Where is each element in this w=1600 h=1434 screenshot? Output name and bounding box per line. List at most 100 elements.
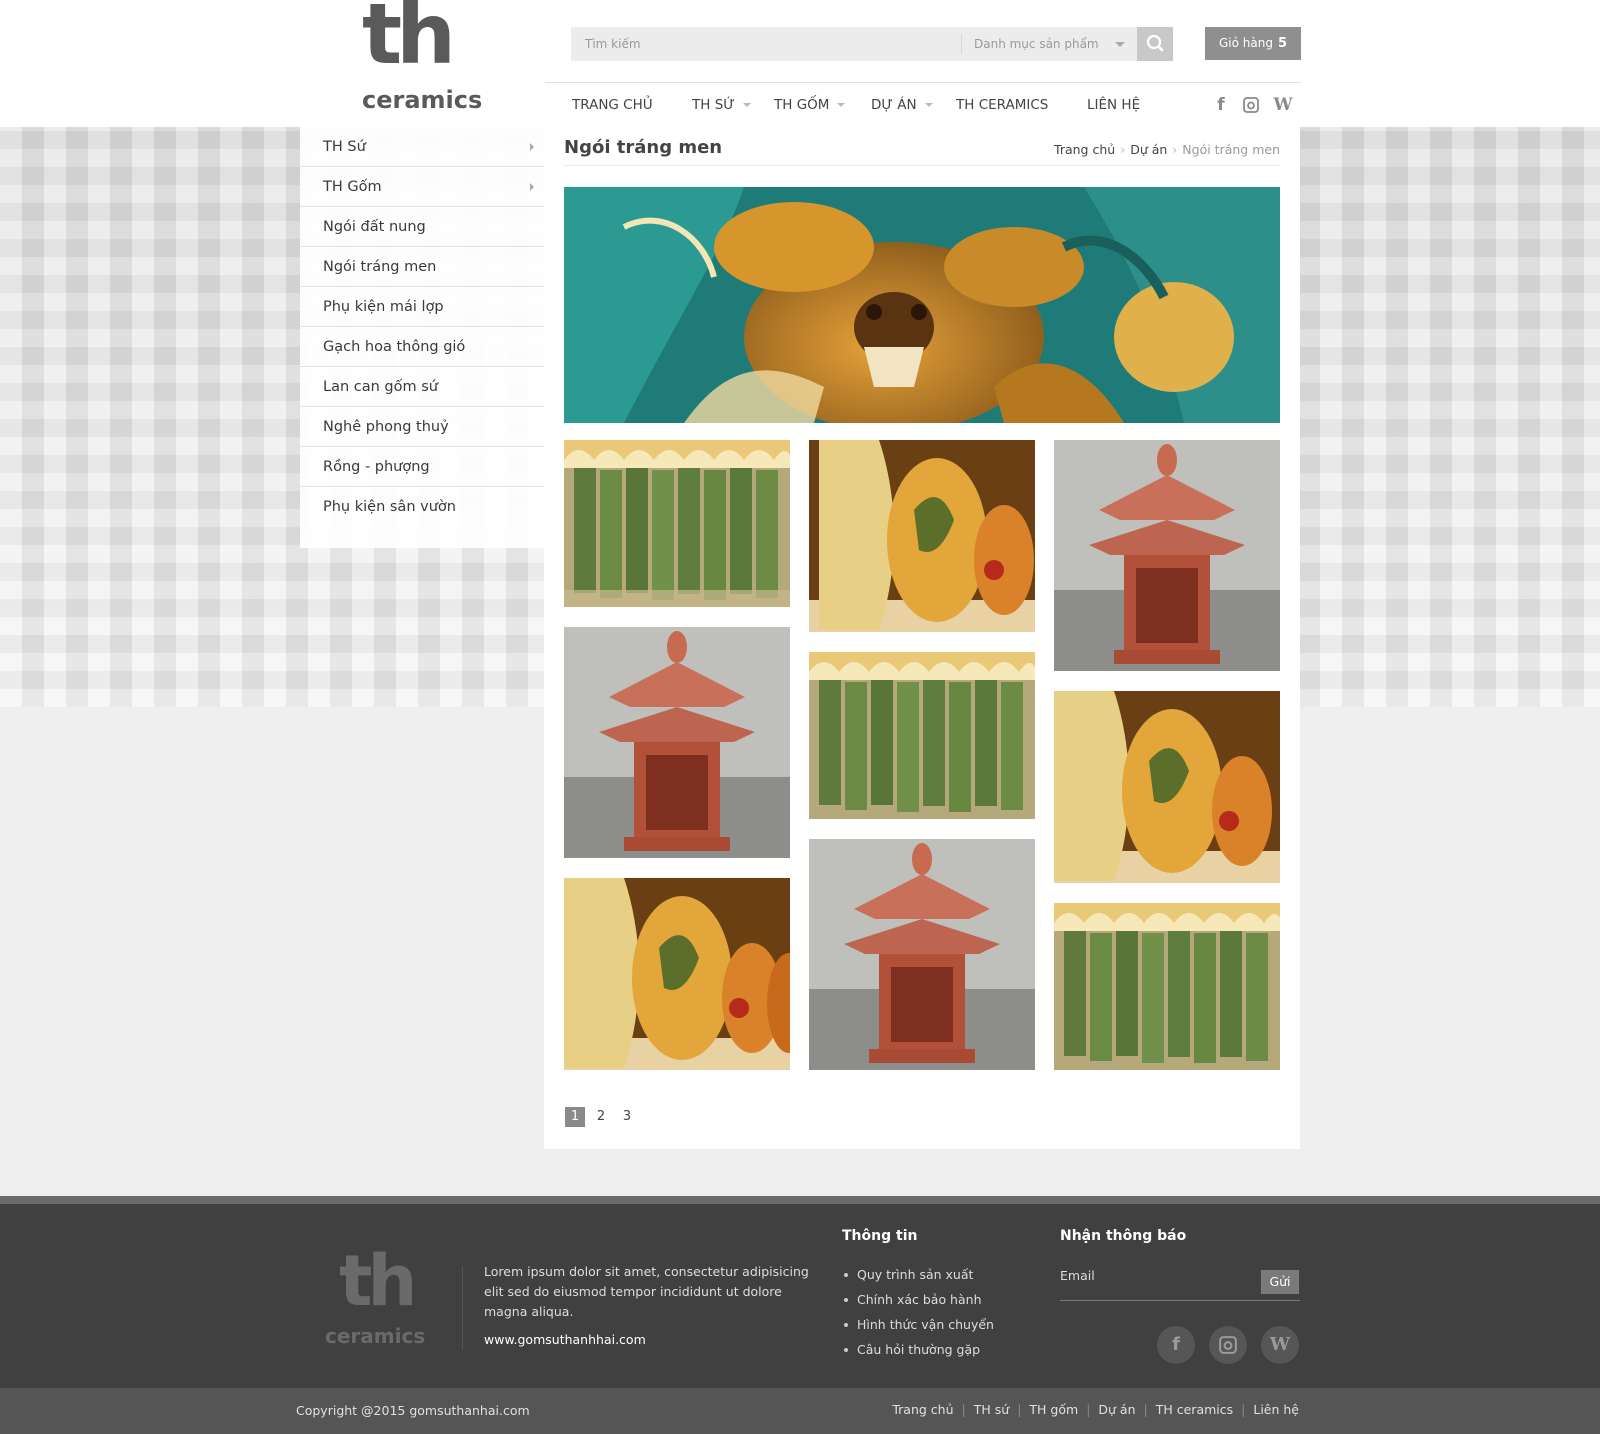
sidebar-item-phu-kien-mai-lop[interactable]: Phụ kiện mái lợp [300, 287, 544, 327]
gallery-item[interactable] [809, 440, 1035, 632]
gallery-item[interactable] [809, 652, 1035, 819]
chevron-right-icon [530, 143, 534, 151]
painted-vases-image [1054, 691, 1280, 883]
sidebar-item-ngoi-dat-nung[interactable]: Ngói đất nung [300, 207, 544, 247]
footer-top-border [0, 1196, 1600, 1204]
pagoda-lantern-image [1054, 440, 1280, 671]
chevron-right-icon [530, 183, 534, 191]
breadcrumb-projects[interactable]: Dự án [1130, 142, 1167, 157]
page-1-button[interactable]: 1 [565, 1107, 585, 1127]
sidebar-item-th-su[interactable]: TH Sứ [300, 127, 544, 167]
chevron-down-icon [924, 103, 933, 107]
footer-bottom-nav: Trang chủ | TH sứ | TH gốm | Dự án | TH ceramics… [892, 1402, 1299, 1417]
category-select[interactable]: Danh mục sản phẩm [962, 27, 1137, 61]
search-icon [1146, 34, 1164, 52]
link-separator: | [1241, 1402, 1246, 1417]
instagram-icon[interactable] [1241, 94, 1261, 116]
title-divider [564, 165, 1280, 166]
search-button[interactable] [1137, 27, 1173, 61]
pagoda-lantern-image [564, 627, 790, 858]
nav-item-trang-chu[interactable]: TRANG CHỦ [572, 94, 653, 116]
wordpress-icon[interactable]: W [1273, 94, 1293, 116]
newsletter-email-field[interactable]: Email [1060, 1268, 1095, 1283]
footer-logo: th ceramics [325, 1246, 445, 1352]
page-3-button[interactable]: 3 [617, 1107, 637, 1127]
copyright-text: Copyright @2015 gomsuthanhai.com [296, 1403, 530, 1418]
gallery-item[interactable] [809, 839, 1035, 1070]
sidebar-item-label: TH Sứ [323, 139, 366, 155]
cart-button[interactable]: Giỏ hàng 5 [1205, 27, 1301, 60]
footer-about-text: Lorem ipsum dolor sit amet, consectetur … [484, 1264, 809, 1319]
link-separator: | [961, 1402, 966, 1417]
chevron-down-icon [742, 103, 751, 107]
search-input[interactable] [571, 27, 961, 61]
gallery-item[interactable] [564, 440, 790, 607]
gallery-item[interactable] [1054, 903, 1280, 1070]
site-header: th ceramics Danh mục sản phẩm Giỏ hàng 5… [0, 0, 1600, 127]
sidebar-item-label: TH Gốm [323, 179, 382, 195]
link-separator: | [1143, 1402, 1148, 1417]
footer-info-link[interactable]: Quy trình sản xuất [842, 1262, 994, 1287]
logo-mark: th [362, 0, 456, 83]
sidebar-item-label: Rồng - phượng [323, 459, 430, 475]
email-field-underline [1060, 1300, 1300, 1301]
facebook-icon[interactable]: f [1211, 94, 1231, 116]
breadcrumb-home[interactable]: Trang chủ [1054, 142, 1115, 157]
sidebar-item-label: Ngói đất nung [323, 219, 426, 235]
hero-image[interactable] [564, 187, 1280, 423]
nav-item-th-gom-label: TH GỐM [774, 97, 830, 113]
breadcrumb-separator-icon: › [1172, 142, 1178, 157]
footer-info-list: Quy trình sản xuất Chính xác bảo hành Hì… [842, 1262, 994, 1362]
sidebar-item-lan-can-gom-su[interactable]: Lan can gốm sứ [300, 367, 544, 407]
bottom-link-th-gom[interactable]: TH gốm [1029, 1402, 1078, 1417]
glazed-tiles-image [809, 652, 1035, 819]
nav-item-du-an[interactable]: DỰ ÁN [871, 94, 933, 116]
footer-divider [462, 1266, 463, 1350]
nav-item-th-gom[interactable]: TH GỐM [774, 94, 846, 116]
link-separator: | [1086, 1402, 1091, 1417]
bottom-link-du-an[interactable]: Dự án [1098, 1402, 1135, 1417]
sidebar-item-label: Gạch hoa thông gió [323, 339, 466, 355]
bottom-link-th-su[interactable]: TH sứ [974, 1402, 1009, 1417]
sidebar-item-label: Lan can gốm sứ [323, 379, 438, 395]
gallery-item[interactable] [564, 878, 790, 1070]
footer-bottom-bar: Copyright @2015 gomsuthanhai.com Trang c… [0, 1388, 1600, 1434]
pagoda-lantern-image [809, 839, 1035, 1070]
wordpress-icon[interactable]: W [1261, 1326, 1299, 1364]
facebook-icon[interactable]: f [1157, 1326, 1195, 1364]
footer-info-link[interactable]: Câu hỏi thường gặp [842, 1337, 994, 1362]
nav-item-lien-he[interactable]: LIÊN HỆ [1087, 94, 1140, 116]
instagram-icon[interactable] [1209, 1326, 1247, 1364]
nav-item-th-su[interactable]: TH SỨ [692, 94, 751, 116]
category-select-label: Danh mục sản phẩm [974, 37, 1099, 51]
nav-item-th-ceramics[interactable]: TH CERAMICS [956, 94, 1048, 116]
sidebar-item-rong-phuong[interactable]: Rồng - phượng [300, 447, 544, 487]
dragon-relief-image [564, 187, 1280, 423]
bottom-link-lien-he[interactable]: Liên hệ [1253, 1402, 1299, 1417]
page-title: Ngói tráng men [564, 137, 723, 158]
sidebar-item-nghe-phong-thuy[interactable]: Nghê phong thuỷ [300, 407, 544, 447]
site-footer: th ceramics Lorem ipsum dolor sit amet, … [0, 1204, 1600, 1388]
site-logo[interactable]: th ceramics [356, 0, 486, 115]
gallery-item[interactable] [1054, 691, 1280, 883]
bottom-link-home[interactable]: Trang chủ [892, 1402, 953, 1417]
footer-info-heading: Thông tin [842, 1228, 918, 1244]
footer-newsletter-heading: Nhận thông báo [1060, 1228, 1187, 1244]
gallery-item[interactable] [1054, 440, 1280, 671]
breadcrumb-separator-icon: › [1120, 142, 1126, 157]
footer-info-link[interactable]: Hình thức vận chuyển [842, 1312, 994, 1337]
newsletter-send-button[interactable]: Gửi [1261, 1270, 1299, 1294]
footer-logo-mark: th [339, 1240, 417, 1322]
nav-item-du-an-label: DỰ ÁN [871, 97, 917, 113]
footer-website-link[interactable]: www.gomsuthanhhai.com [484, 1332, 646, 1347]
chevron-down-icon [837, 103, 846, 107]
bottom-link-th-ceramics[interactable]: TH ceramics [1156, 1402, 1233, 1417]
page-2-button[interactable]: 2 [591, 1107, 611, 1127]
gallery-item[interactable] [564, 627, 790, 858]
sidebar-item-phu-kien-san-vuon[interactable]: Phụ kiện sân vườn [300, 487, 544, 527]
sidebar-item-th-gom[interactable]: TH Gốm [300, 167, 544, 207]
sidebar-item-label: Nghê phong thuỷ [323, 419, 449, 435]
footer-info-link[interactable]: Chính xác bảo hành [842, 1287, 994, 1312]
sidebar-item-gach-hoa-thong-gio[interactable]: Gạch hoa thông gió [300, 327, 544, 367]
sidebar-item-ngoi-trang-men[interactable]: Ngói tráng men [300, 247, 544, 287]
